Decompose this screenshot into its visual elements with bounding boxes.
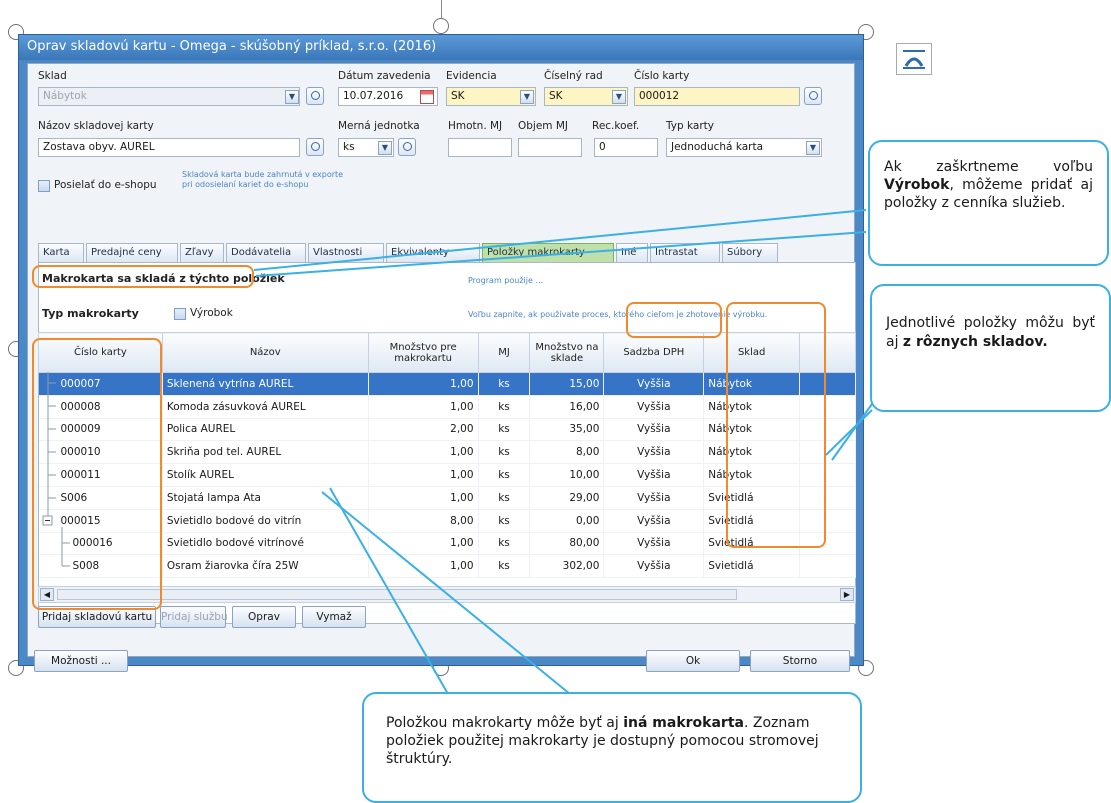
callout-vyrobok: Ak zaškrtneme voľbu Výrobok, môžeme prid…	[868, 140, 1109, 266]
callout-makrokarta: Položkou makrokarty môže byť aj iná makr…	[362, 692, 862, 803]
callout-sklady-bold: z rôznych skladov.	[902, 334, 1048, 350]
callout-sklady: Jednotlivé položky môžu byť aj z rôznych…	[870, 284, 1111, 412]
callout-makrokarta-bold: iná makrokarta	[623, 715, 744, 731]
callout-vyrobok-bold: Výrobok	[884, 177, 950, 193]
callout-makrokarta-text: Položkou makrokarty môže byť aj	[386, 715, 624, 731]
callout-vyrobok-text: Ak zaškrtneme voľbu	[884, 159, 1093, 175]
